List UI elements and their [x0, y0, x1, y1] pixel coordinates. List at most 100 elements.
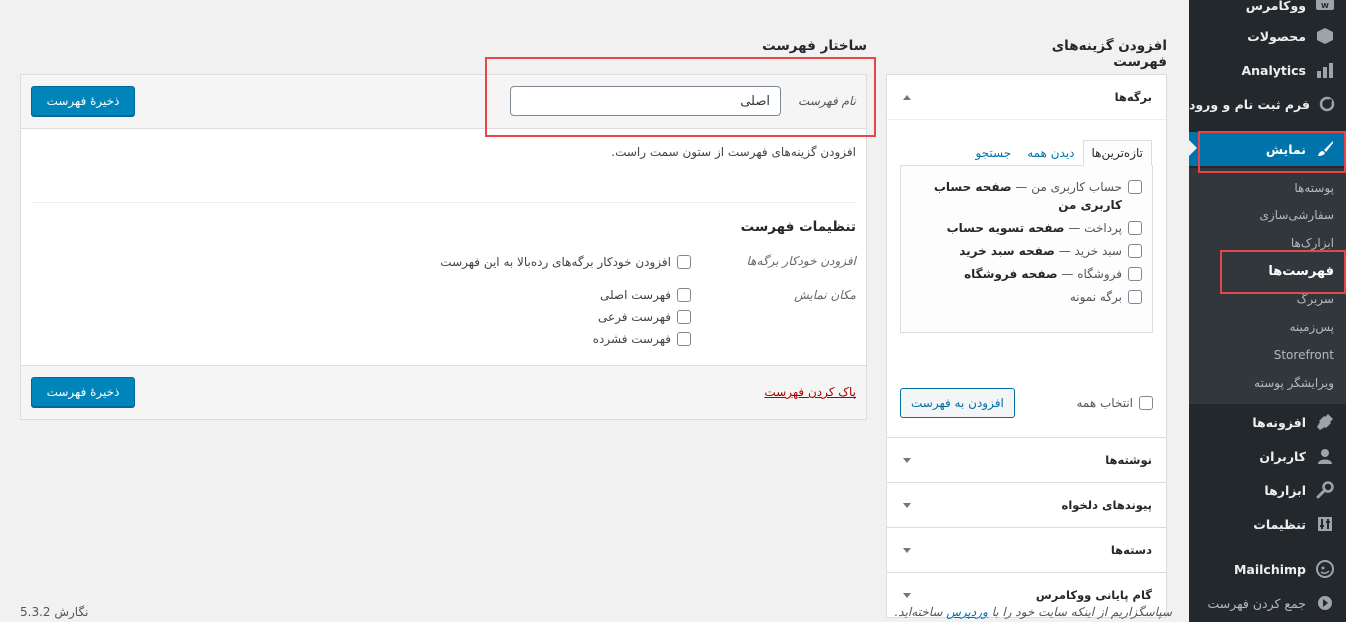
- list-item: فروشگاه — صفحه فروشگاه: [911, 265, 1142, 283]
- tab-view-all[interactable]: دیدن همه: [1019, 140, 1082, 166]
- save-menu-button-top[interactable]: ذخیرهٔ فهرست: [31, 86, 135, 116]
- menu-structure-footer: پاک کردن فهرست ذخیرهٔ فهرست: [21, 365, 866, 419]
- tab-most-recent[interactable]: تازه‌ترین‌ها: [1082, 140, 1152, 166]
- submenu-widgets[interactable]: ابزارک‌ها: [1189, 229, 1346, 257]
- custom-links-section[interactable]: پیوندهای دلخواه: [886, 483, 1167, 528]
- menu-instructions: افزودن گزینه‌های فهرست از ستون سمت راست.: [611, 145, 856, 159]
- mailchimp-icon: [1315, 559, 1335, 579]
- page-item-title: صفحه سبد خرید: [959, 244, 1055, 258]
- submenu-customize[interactable]: سفارشی‌سازی: [1189, 201, 1346, 229]
- menu-analytics[interactable]: Analytics: [1189, 53, 1346, 87]
- list-item: حساب کاربری من — صفحه حساب کاربری من: [911, 178, 1142, 214]
- page-checkbox[interactable]: [1128, 290, 1142, 304]
- page-checkbox[interactable]: [1128, 221, 1142, 235]
- menu-mailchimp[interactable]: Mailchimp: [1189, 552, 1346, 586]
- submenu-theme-editor[interactable]: ویرایشگر پوسته: [1189, 369, 1346, 397]
- page-item-prefix: پرداخت —: [1064, 221, 1122, 235]
- menu-location-label: مکان نمایش: [794, 288, 856, 302]
- submenu-header[interactable]: سربرگ: [1189, 285, 1346, 313]
- tab-search[interactable]: جستجو: [967, 140, 1019, 166]
- menu-name-input[interactable]: [510, 86, 781, 116]
- list-item: برگه نمونه: [911, 288, 1142, 306]
- menu-location-options: فهرست اصلی فهرست فرعی فهرست فشرده: [593, 284, 691, 350]
- add-to-menu-button[interactable]: افزودن به فهرست: [900, 388, 1015, 418]
- add-items-heading: افزودن گزینه‌های فهرست: [1051, 38, 1167, 70]
- menu-structure-heading: ساختار فهرست: [762, 38, 867, 54]
- menu-tools[interactable]: ابزارها: [1189, 473, 1346, 507]
- page-checkbox[interactable]: [1128, 267, 1142, 281]
- location-label: فهرست فرعی: [597, 310, 671, 324]
- collapse-icon: [1315, 593, 1335, 613]
- woo-icon: W: [1315, 0, 1335, 15]
- select-all-checkbox[interactable]: [1139, 396, 1153, 410]
- submenu-themes[interactable]: پوسته‌ها: [1189, 174, 1346, 202]
- delete-menu-link[interactable]: پاک کردن فهرست: [764, 385, 856, 399]
- menu-register-form[interactable]: فرم ثبت نام و ورود: [1189, 87, 1346, 121]
- submenu-storefront[interactable]: Storefront: [1189, 341, 1346, 369]
- appearance-submenu: پوسته‌ها سفارشی‌سازی ابزارک‌ها فهرست‌ها …: [1189, 168, 1346, 404]
- submenu-menus[interactable]: فهرست‌ها: [1189, 257, 1346, 285]
- settings-icon: [1315, 514, 1335, 534]
- menu-appearance[interactable]: نمایش: [1189, 132, 1346, 166]
- menu-structure-header: نام فهرست ذخیرهٔ فهرست: [21, 75, 866, 129]
- location-label: فهرست فشرده: [592, 332, 671, 346]
- admin-sidebar: W ووکامرس محصولات Analytics فرم ثبت نام …: [1189, 0, 1346, 622]
- pages-tab-panel: حساب کاربری من — صفحه حساب کاربری من پرد…: [900, 165, 1153, 333]
- pages-section: برگه‌ها تازه‌ترین‌ها دیدن همه جستجو حساب…: [886, 74, 1167, 438]
- pages-section-header[interactable]: برگه‌ها: [887, 75, 1166, 119]
- chevron-down-icon: [903, 502, 911, 508]
- menu-products[interactable]: محصولات: [1189, 19, 1346, 53]
- page-checkbox[interactable]: [1128, 244, 1142, 258]
- page-item-prefix: حساب کاربری من —: [1011, 180, 1122, 194]
- location-option[interactable]: فهرست فشرده: [593, 328, 691, 350]
- submenu-background[interactable]: پس‌زمینه: [1189, 313, 1346, 341]
- woocommerce-endpoints-section-title: گام پایانی ووکامرس: [1035, 588, 1152, 602]
- paintbrush-icon: [1315, 139, 1335, 159]
- bar-chart-icon: [1315, 60, 1335, 80]
- footer-thanks: سپاسگزاریم از اینکه سایت خود را با وردپر…: [872, 605, 1172, 619]
- auto-add-label: افزودن خودکار برگه‌ها: [746, 254, 857, 268]
- pages-section-title: برگه‌ها: [1114, 90, 1152, 104]
- categories-section[interactable]: دسته‌ها: [886, 528, 1167, 573]
- menu-structure-panel: نام فهرست ذخیرهٔ فهرست افزودن گزینه‌های …: [20, 74, 867, 420]
- collapse-menu-button[interactable]: جمع کردن فهرست: [1189, 586, 1346, 620]
- pages-tabs: تازه‌ترین‌ها دیدن همه جستجو: [900, 140, 1152, 166]
- plugin-icon: [1315, 412, 1335, 432]
- chevron-down-icon: [903, 457, 911, 463]
- auto-add-checkbox[interactable]: [677, 255, 691, 269]
- location-option[interactable]: فهرست فرعی: [593, 306, 691, 328]
- location-checkbox[interactable]: [677, 310, 691, 324]
- footer-thanks-text: سپاسگزاریم از اینکه سایت خود را با: [987, 605, 1172, 619]
- menu-name-label: نام فهرست: [798, 94, 856, 108]
- location-checkbox[interactable]: [677, 288, 691, 302]
- users-icon: [1315, 446, 1335, 466]
- page-checkbox[interactable]: [1128, 180, 1142, 194]
- page-item-title: صفحه فروشگاه: [964, 267, 1058, 281]
- auto-add-option-label: افزودن خودکار برگه‌های رده‌بالا به این ف…: [440, 255, 671, 269]
- chevron-down-icon: [903, 592, 911, 598]
- menu-settings-title: تنظیمات فهرست: [740, 219, 856, 235]
- page-item-prefix: فروشگاه —: [1057, 267, 1122, 281]
- svg-text:W: W: [1321, 2, 1329, 10]
- auto-add-option[interactable]: افزودن خودکار برگه‌های رده‌بالا به این ف…: [440, 251, 691, 273]
- pages-actions: انتخاب همه افزودن به فهرست: [900, 388, 1153, 418]
- box-icon: [1315, 26, 1335, 46]
- categories-section-title: دسته‌ها: [1110, 543, 1152, 557]
- select-all[interactable]: انتخاب همه: [1076, 396, 1153, 410]
- posts-section-title: نوشته‌ها: [1105, 453, 1152, 467]
- posts-section[interactable]: نوشته‌ها: [886, 438, 1167, 483]
- location-checkbox[interactable]: [677, 332, 691, 346]
- location-option[interactable]: فهرست اصلی: [593, 284, 691, 306]
- divider: [31, 202, 856, 203]
- add-menu-items-panel: برگه‌ها تازه‌ترین‌ها دیدن همه جستجو حساب…: [886, 74, 1167, 618]
- list-item: سبد خرید — صفحه سبد خرید: [911, 242, 1142, 260]
- select-all-label: انتخاب همه: [1076, 396, 1133, 410]
- menu-plugins[interactable]: افزونه‌ها: [1189, 405, 1346, 439]
- save-menu-button-bottom[interactable]: ذخیرهٔ فهرست: [31, 377, 135, 407]
- menu-settings[interactable]: تنظیمات: [1189, 507, 1346, 541]
- wordpress-link[interactable]: وردپرس: [946, 605, 988, 619]
- menu-users[interactable]: کاربران: [1189, 439, 1346, 473]
- chevron-down-icon: [903, 547, 911, 553]
- list-item: پرداخت — صفحه تسویه حساب: [911, 219, 1142, 237]
- location-label: فهرست اصلی: [599, 288, 671, 302]
